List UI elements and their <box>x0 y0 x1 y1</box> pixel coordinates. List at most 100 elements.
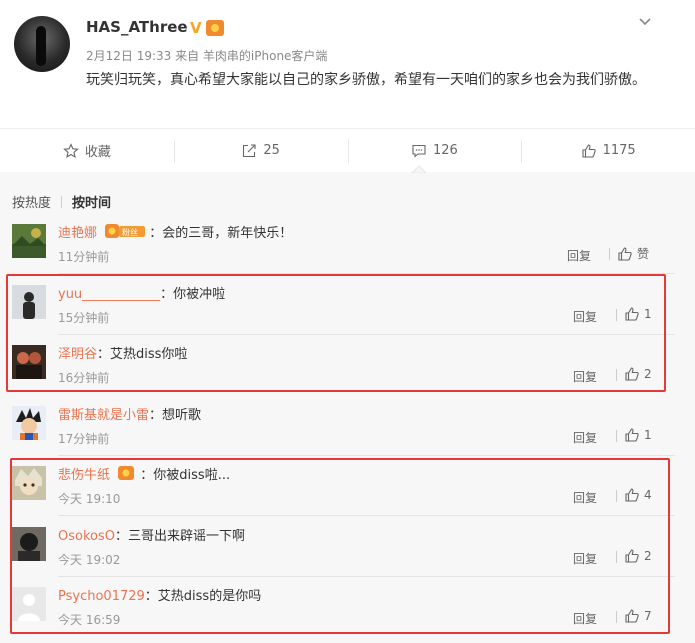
like-count: 1175 <box>602 143 636 158</box>
fan-badge-text: 粉丝 <box>122 227 138 237</box>
comment-like-count: 2 <box>644 367 652 381</box>
comment-time: 今天 19:10 <box>58 492 121 506</box>
thumbs-up-icon <box>625 549 639 563</box>
comment-username[interactable]: 迪艳娜 <box>58 226 97 241</box>
author-username[interactable]: HAS_AThree <box>86 18 188 36</box>
comment-item: yuu____________：你被冲啦 15分钟前 回复 1 <box>0 275 695 335</box>
comment-text: ：会的三哥，新年快乐！ <box>149 226 293 241</box>
reply-button[interactable]: 回复 <box>573 550 597 567</box>
comment-text: ：三哥出来辟谣一下啊 <box>114 529 245 544</box>
repost-count: 25 <box>263 143 280 158</box>
member-crown-icon <box>206 20 224 36</box>
chevron-down-icon[interactable] <box>638 14 652 28</box>
comment-text: ：艾热diss的是你吗 <box>144 589 262 604</box>
comment-time: 17分钟前 <box>58 432 110 446</box>
sort-divider <box>61 196 63 208</box>
anime-face-avatar-icon[interactable] <box>12 466 46 500</box>
group-avatar-icon[interactable] <box>12 345 46 379</box>
comment-text: ：你被diss啦... <box>140 468 231 483</box>
comment-time: 16分钟前 <box>58 371 110 385</box>
reply-button[interactable]: 回复 <box>573 489 597 506</box>
comment-username[interactable]: Psycho01729 <box>58 589 145 604</box>
comment-text: ：想听歌 <box>149 408 202 423</box>
thumbs-up-icon <box>625 609 639 623</box>
thumbs-up-icon <box>618 246 632 261</box>
comment-line: yuu____________：你被冲啦 <box>58 283 225 302</box>
comment-line: 悲伤牛纸 ：你被diss啦... <box>58 464 230 483</box>
reply-button[interactable]: 回复 <box>573 429 597 446</box>
comment-time: 今天 19:02 <box>58 553 121 567</box>
author-avatar[interactable] <box>14 16 70 72</box>
comment-text: ：你被冲啦 <box>160 287 226 302</box>
like-button[interactable]: 1175 <box>521 129 695 172</box>
comment-like-button[interactable]: 1 <box>616 306 652 322</box>
reply-button[interactable]: 回复 <box>567 247 591 264</box>
comment-line: 泽明谷：艾热diss你啦 <box>58 343 187 362</box>
comment-time: 11分钟前 <box>58 250 110 264</box>
comment-like-count: 1 <box>644 428 652 442</box>
anime-avatar-icon[interactable] <box>12 406 46 440</box>
default-avatar-icon[interactable] <box>12 587 46 621</box>
comment-line: OsokosO：三哥出来辟谣一下啊 <box>58 525 245 544</box>
weibo-post: HAS_AThree V 2月12日 19:33 来自 羊肉串的iPhone客户… <box>0 0 695 128</box>
comment-line: Psycho01729：艾热diss的是你吗 <box>58 585 261 604</box>
comment-like-button[interactable]: 2 <box>616 548 652 564</box>
dark-avatar-icon[interactable] <box>12 527 46 561</box>
favorite-button[interactable]: 收藏 <box>0 129 174 172</box>
thumbs-up-icon <box>582 143 596 158</box>
comment-like-button[interactable]: 4 <box>616 487 652 503</box>
comment-time: 今天 16:59 <box>58 613 121 627</box>
comment-icon <box>412 144 426 158</box>
comment-count: 126 <box>432 143 458 158</box>
comment-like-count: 7 <box>644 609 652 623</box>
comment-username[interactable]: 雷斯基就是小雷 <box>58 408 149 423</box>
repost-icon <box>243 143 256 157</box>
comment-like-count: 1 <box>644 307 652 321</box>
comment-username[interactable]: 悲伤牛纸 <box>58 468 110 483</box>
comment-like-count: 赞 <box>637 247 650 261</box>
comment-username[interactable]: OsokosO <box>58 529 115 544</box>
comment-button[interactable]: 126 <box>347 129 522 172</box>
comment-sort-bar: 按热度 按时间 <box>12 192 111 211</box>
comment-time: 15分钟前 <box>58 311 110 325</box>
comment-item: 悲伤牛纸 ：你被diss啦... 今天 19:10 回复 4 <box>0 456 695 516</box>
comment-item: 泽明谷：艾热diss你啦 16分钟前 回复 2 <box>0 335 695 395</box>
comment-like-button[interactable]: 1 <box>616 427 652 443</box>
comment-username[interactable]: 泽明谷 <box>58 347 97 362</box>
comment-item: 雷斯基就是小雷：想听歌 17分钟前 回复 1 <box>0 396 695 456</box>
member-crown-icon <box>118 466 135 480</box>
thumbs-up-icon <box>625 307 639 321</box>
thumbs-up-icon <box>625 367 639 381</box>
comment-like-button[interactable]: 赞 <box>608 245 650 262</box>
repost-button[interactable]: 25 <box>173 129 348 172</box>
reply-button[interactable]: 回复 <box>573 610 597 627</box>
thumbs-up-icon <box>625 428 639 442</box>
comment-username[interactable]: yuu____________ <box>58 287 160 302</box>
comment-text: ：艾热diss你啦 <box>97 347 188 362</box>
verified-v-icon: V <box>190 19 202 37</box>
comment-item: OsokosO：三哥出来辟谣一下啊 今天 19:02 回复 2 <box>0 517 695 577</box>
comment-like-button[interactable]: 2 <box>616 366 652 382</box>
thumbs-up-icon <box>625 488 639 502</box>
comment-line: 迪艳娜 粉丝 ：会的三哥，新年快乐！ <box>58 222 292 241</box>
fan-badge-icon: 粉丝 <box>105 224 146 238</box>
post-action-bar: 收藏 25 126 1175 <box>0 128 695 172</box>
post-meta: 2月12日 19:33 来自 羊肉串的iPhone客户端 <box>86 49 328 63</box>
post-text: 玩笑归玩笑，真心希望大家能以自己的家乡骄傲，希望有一天咱们的家乡也会为我们骄傲。 <box>86 72 646 88</box>
caret-up-icon <box>412 165 426 173</box>
landscape-avatar-icon[interactable] <box>12 224 46 258</box>
comment-divider <box>58 515 675 516</box>
star-icon <box>63 142 79 158</box>
comment-like-button[interactable]: 7 <box>616 608 652 624</box>
comment-like-count: 4 <box>644 488 652 502</box>
favorite-label: 收藏 <box>84 145 111 160</box>
comment-item: Psycho01729：艾热diss的是你吗 今天 16:59 回复 7 <box>0 577 695 637</box>
person-avatar-icon[interactable] <box>12 285 46 319</box>
sort-by-hot[interactable]: 按热度 <box>12 196 51 211</box>
comment-divider <box>58 273 675 274</box>
reply-button[interactable]: 回复 <box>573 308 597 325</box>
reply-button[interactable]: 回复 <box>573 368 597 385</box>
sort-by-time[interactable]: 按时间 <box>72 196 111 211</box>
comment-like-count: 2 <box>644 549 652 563</box>
comment-line: 雷斯基就是小雷：想听歌 <box>58 404 201 423</box>
